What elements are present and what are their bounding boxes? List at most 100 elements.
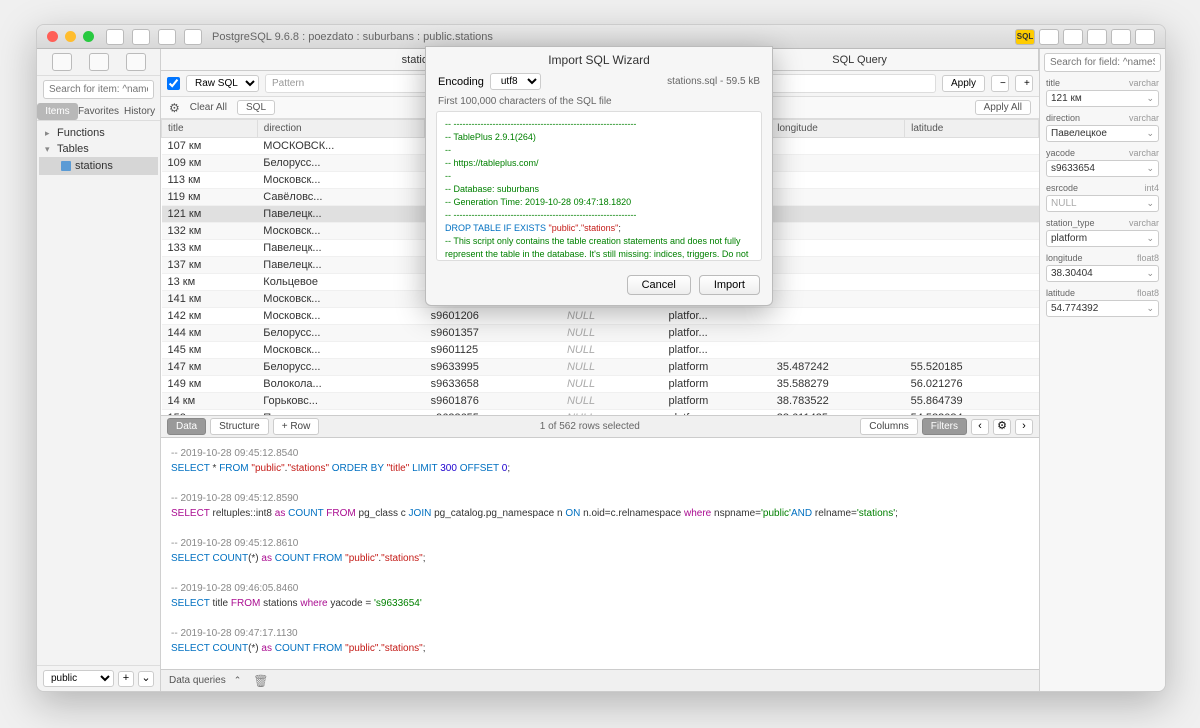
table-cell[interactable]: 137 км	[162, 257, 258, 274]
field-value[interactable]: 121 км⌄	[1046, 90, 1159, 107]
table-cell[interactable]: МОСКОВСК...	[257, 138, 424, 155]
table-cell[interactable]: Савёловс...	[257, 189, 424, 206]
table-cell[interactable]: 119 км	[162, 189, 258, 206]
table-cell[interactable]: Московск...	[257, 172, 424, 189]
table-cell[interactable]: NULL	[561, 376, 663, 393]
close-icon[interactable]	[47, 31, 58, 42]
table-cell[interactable]	[905, 342, 1039, 359]
table-cell[interactable]: 133 км	[162, 240, 258, 257]
table-cell[interactable]	[771, 257, 905, 274]
table-cell[interactable]: NULL	[561, 359, 663, 376]
minimize-icon[interactable]	[65, 31, 76, 42]
table-cell[interactable]: Московск...	[257, 308, 424, 325]
table-row[interactable]: 149 кмВолокола...s9633658NULLplatform35.…	[162, 376, 1039, 393]
field-value[interactable]: s9633654⌄	[1046, 160, 1159, 177]
table-cell[interactable]	[771, 240, 905, 257]
chevron-icon[interactable]: ⌃	[234, 675, 242, 686]
right-search-input[interactable]	[1044, 53, 1161, 72]
table-cell[interactable]	[905, 308, 1039, 325]
table-cell[interactable]	[771, 172, 905, 189]
trash-icon[interactable]: 🗑	[253, 674, 268, 688]
table-cell[interactable]: platform	[663, 359, 771, 376]
table-cell[interactable]: 141 км	[162, 291, 258, 308]
table-cell[interactable]: 55.520185	[905, 359, 1039, 376]
table-cell[interactable]	[771, 308, 905, 325]
tab-history[interactable]: History	[119, 103, 160, 120]
table-cell[interactable]: s9601357	[425, 325, 561, 342]
table-cell[interactable]: Белорусс...	[257, 359, 424, 376]
column-header[interactable]: latitude	[905, 120, 1039, 138]
table-cell[interactable]: platform	[663, 393, 771, 410]
table-row[interactable]: 14 кмГорьковс...s9601876NULLplatform38.7…	[162, 393, 1039, 410]
table-cell[interactable]: 55.864739	[905, 393, 1039, 410]
panel-left-icon[interactable]	[1087, 29, 1107, 45]
table-cell[interactable]: platfor...	[663, 342, 771, 359]
tree-item-stations[interactable]: stations	[39, 157, 158, 175]
tab-favorites[interactable]: Favorites	[78, 103, 119, 120]
table-cell[interactable]: s9601125	[425, 342, 561, 359]
table-cell[interactable]: Московск...	[257, 223, 424, 240]
add-button[interactable]: +	[118, 671, 134, 687]
tree-tables[interactable]: ▾Tables	[39, 141, 158, 157]
table-cell[interactable]: 142 км	[162, 308, 258, 325]
archive-icon[interactable]	[126, 53, 146, 71]
sql-toggle-button[interactable]: SQL	[237, 100, 275, 115]
columns-button[interactable]: Columns	[860, 418, 917, 435]
table-cell[interactable]	[771, 155, 905, 172]
filters-button[interactable]: Filters	[922, 418, 967, 435]
add-filter-button[interactable]: +	[1015, 75, 1033, 92]
table-cell[interactable]	[905, 172, 1039, 189]
apply-all-button[interactable]: Apply All	[975, 100, 1031, 115]
remove-filter-button[interactable]: −	[991, 75, 1009, 92]
table-cell[interactable]: NULL	[561, 325, 663, 342]
table-cell[interactable]: platfor...	[663, 325, 771, 342]
table-cell[interactable]: 14 км	[162, 393, 258, 410]
tree-functions[interactable]: ▸Functions	[39, 125, 158, 141]
field-value[interactable]: Павелецкое⌄	[1046, 125, 1159, 142]
column-header[interactable]: direction	[257, 120, 424, 138]
table-cell[interactable]: 145 км	[162, 342, 258, 359]
table-cell[interactable]: platfor...	[663, 308, 771, 325]
table-row[interactable]: 144 кмБелорусс...s9601357NULLplatfor...	[162, 325, 1039, 342]
table-cell[interactable]	[771, 325, 905, 342]
table-cell[interactable]: Волокола...	[257, 376, 424, 393]
table-cell[interactable]	[905, 291, 1039, 308]
modal-code-preview[interactable]: -- -------------------------------------…	[436, 111, 762, 261]
field-value[interactable]: NULL⌄	[1046, 195, 1159, 212]
zoom-icon[interactable]	[83, 31, 94, 42]
list-icon[interactable]	[89, 53, 109, 71]
table-cell[interactable]: 56.021276	[905, 376, 1039, 393]
table-cell[interactable]: Кольцевое	[257, 274, 424, 291]
table-cell[interactable]: s9633995	[425, 359, 561, 376]
table-cell[interactable]: 109 км	[162, 155, 258, 172]
apply-button[interactable]: Apply	[942, 75, 985, 92]
structure-tab-button[interactable]: Structure	[210, 418, 269, 435]
table-cell[interactable]	[905, 138, 1039, 155]
add-connection-icon[interactable]	[52, 53, 72, 71]
table-cell[interactable]: 13 км	[162, 274, 258, 291]
column-header[interactable]: title	[162, 120, 258, 138]
forward-icon[interactable]	[132, 29, 150, 45]
column-header[interactable]: longitude	[771, 120, 905, 138]
table-cell[interactable]	[905, 189, 1039, 206]
panel-bottom-icon[interactable]	[1111, 29, 1131, 45]
table-cell[interactable]	[905, 206, 1039, 223]
data-tab-button[interactable]: Data	[167, 418, 206, 435]
table-cell[interactable]: s9633658	[425, 376, 561, 393]
table-cell[interactable]: 149 км	[162, 376, 258, 393]
field-value[interactable]: 38.30404⌄	[1046, 265, 1159, 282]
table-cell[interactable]: Белорусс...	[257, 325, 424, 342]
table-cell[interactable]: Павелецк...	[257, 257, 424, 274]
table-cell[interactable]: 121 км	[162, 206, 258, 223]
table-row[interactable]: 145 кмМосковск...s9601125NULLplatfor...	[162, 342, 1039, 359]
add-row-button[interactable]: + Row	[273, 418, 320, 435]
table-cell[interactable]: Московск...	[257, 291, 424, 308]
table-cell[interactable]: Московск...	[257, 342, 424, 359]
filter-checkbox[interactable]	[167, 77, 180, 90]
table-cell[interactable]: 132 км	[162, 223, 258, 240]
table-cell[interactable]	[905, 223, 1039, 240]
table-cell[interactable]	[771, 223, 905, 240]
table-cell[interactable]: 144 км	[162, 325, 258, 342]
table-cell[interactable]: 38.783522	[771, 393, 905, 410]
table-cell[interactable]	[905, 274, 1039, 291]
